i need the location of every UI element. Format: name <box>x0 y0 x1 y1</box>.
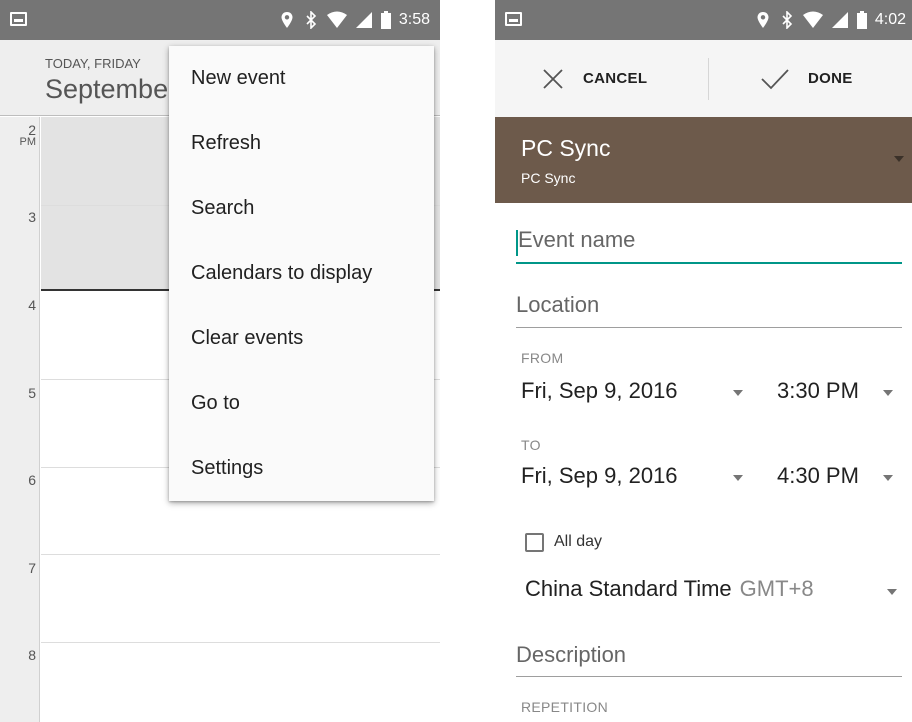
image-notification-icon <box>10 12 27 26</box>
overflow-menu: New event Refresh Search Calendars to di… <box>169 46 434 501</box>
text-cursor <box>516 230 518 256</box>
menu-item-go-to[interactable]: Go to <box>169 371 434 436</box>
cell-signal-icon <box>831 12 848 28</box>
status-bar: 4:02 <box>495 0 912 40</box>
cancel-label: CANCEL <box>583 70 648 87</box>
from-row: Fri, Sep 9, 2016 3:30 PM <box>521 378 906 408</box>
timezone-offset: GMT+8 <box>739 576 814 601</box>
battery-icon <box>856 11 867 29</box>
hour-label: 8 <box>28 647 36 663</box>
image-notification-icon <box>505 12 522 26</box>
from-label: FROM <box>521 350 564 366</box>
calendar-account: PC Sync <box>521 170 576 186</box>
field-underline <box>516 676 902 677</box>
battery-icon <box>380 11 391 29</box>
calendar-day-screen: 3:58 TODAY, FRIDAY September 2 PM 3 4 5 6… <box>0 0 440 722</box>
from-date[interactable]: Fri, Sep 9, 2016 <box>521 378 678 404</box>
description-field[interactable]: Description <box>516 642 902 680</box>
dropdown-arrow-icon <box>887 589 897 595</box>
timezone-selector[interactable]: China Standard Time GMT+8 <box>525 576 814 602</box>
close-icon <box>543 68 563 89</box>
menu-item-clear-events[interactable]: Clear events <box>169 306 434 371</box>
today-label: TODAY, FRIDAY <box>45 56 141 71</box>
done-button[interactable]: DONE <box>760 40 853 117</box>
menu-item-calendars-to-display[interactable]: Calendars to display <box>169 241 434 306</box>
hour-divider <box>41 554 440 555</box>
dropdown-arrow-icon <box>894 156 904 162</box>
field-underline <box>516 327 902 328</box>
timezone-name: China Standard Time <box>525 576 732 601</box>
repetition-label: REPETITION <box>521 699 609 715</box>
calendar-name: PC Sync <box>521 135 611 161</box>
bluetooth-icon <box>306 11 316 29</box>
to-date[interactable]: Fri, Sep 9, 2016 <box>521 463 678 489</box>
status-bar: 3:58 <box>0 0 440 40</box>
location-placeholder: Location <box>516 292 600 317</box>
event-name-placeholder: Event name <box>518 227 636 252</box>
hour-gutter <box>0 117 40 722</box>
wifi-icon <box>326 11 347 28</box>
hour-divider <box>41 642 440 643</box>
calendar-selector[interactable]: PC Sync PC Sync <box>495 117 912 203</box>
status-time: 3:58 <box>398 11 430 28</box>
to-time[interactable]: 4:30 PM <box>777 463 859 489</box>
location-icon <box>281 12 293 28</box>
checkmark-icon <box>761 68 789 89</box>
to-row: Fri, Sep 9, 2016 4:30 PM <box>521 463 906 493</box>
to-label: TO <box>521 437 541 453</box>
field-underline <box>516 262 902 264</box>
menu-item-settings[interactable]: Settings <box>169 436 434 501</box>
from-time[interactable]: 3:30 PM <box>777 378 859 404</box>
cell-signal-icon <box>355 12 372 28</box>
hour-label: 5 <box>28 385 36 401</box>
done-label: DONE <box>808 70 853 87</box>
menu-item-new-event[interactable]: New event <box>169 46 434 111</box>
bluetooth-icon <box>782 11 792 29</box>
hour-label: 6 <box>28 472 36 488</box>
dropdown-arrow-icon <box>883 475 893 481</box>
menu-item-search[interactable]: Search <box>169 176 434 241</box>
event-name-field[interactable]: Event name <box>516 227 902 265</box>
wifi-icon <box>802 11 823 28</box>
description-placeholder: Description <box>516 642 627 667</box>
hour-label: 7 <box>28 560 36 576</box>
location-icon <box>757 12 769 28</box>
action-divider <box>708 58 709 100</box>
all-day-checkbox[interactable] <box>525 532 544 552</box>
all-day-row[interactable]: All day <box>525 530 602 554</box>
status-time: 4:02 <box>874 11 906 28</box>
month-title[interactable]: September <box>45 74 177 105</box>
menu-item-refresh[interactable]: Refresh <box>169 111 434 176</box>
cancel-button[interactable]: CANCEL <box>541 40 647 117</box>
dropdown-arrow-icon <box>733 390 743 396</box>
dropdown-arrow-icon <box>883 390 893 396</box>
location-field[interactable]: Location <box>516 292 902 330</box>
hour-label: 3 <box>28 209 36 225</box>
hour-label: 4 <box>28 297 36 313</box>
action-bar: CANCEL DONE <box>495 40 912 117</box>
hour-label: 2 PM <box>19 122 37 148</box>
edit-event-screen: 4:02 CANCEL DONE PC Sync PC Sync Event n… <box>495 0 912 722</box>
dropdown-arrow-icon <box>733 475 743 481</box>
all-day-label: All day <box>554 533 603 550</box>
